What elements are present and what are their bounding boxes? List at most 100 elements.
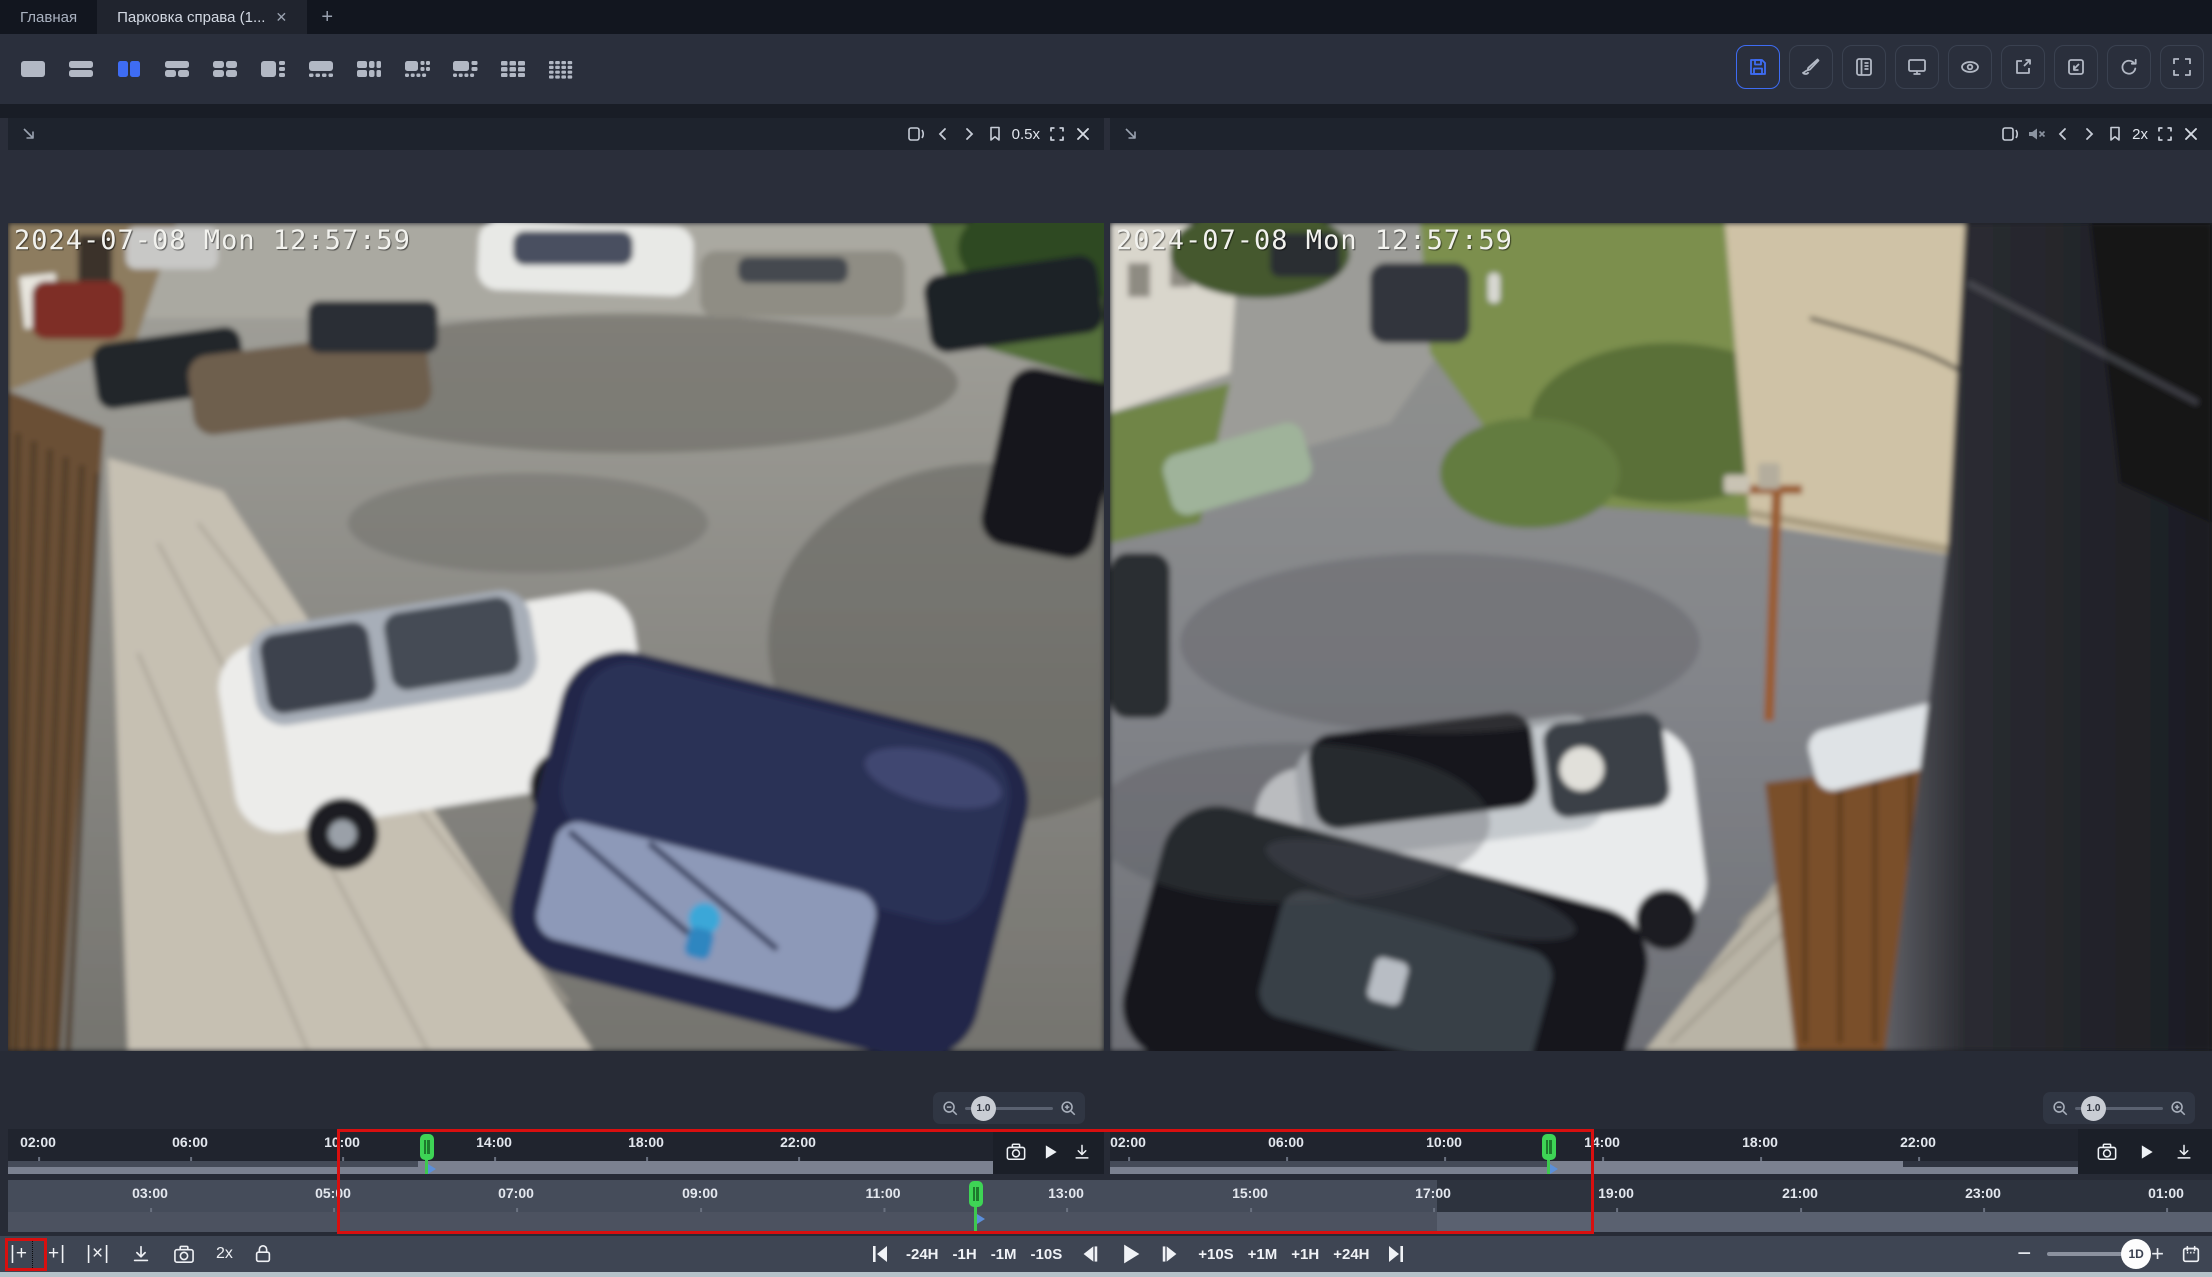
timeline-tick-label: 18:00 xyxy=(1742,1134,1778,1150)
zoom-out-icon[interactable] xyxy=(941,1099,959,1117)
aspect-ratio-icon[interactable] xyxy=(904,122,930,146)
zoom-out-icon[interactable] xyxy=(2051,1099,2069,1117)
tab-home[interactable]: Главная xyxy=(0,0,97,34)
next-frame-icon[interactable] xyxy=(956,122,982,146)
layout-one-plus-seven-alt-icon[interactable] xyxy=(446,48,484,90)
save-button[interactable] xyxy=(1736,45,1780,89)
jump-fwd-1h[interactable]: +1H xyxy=(1291,1246,1319,1263)
panel-close-icon[interactable] xyxy=(1070,122,1096,146)
bookmark-icon[interactable] xyxy=(2102,122,2128,146)
panel-fullscreen-icon[interactable] xyxy=(1044,122,1070,146)
timeline-zoom-slider[interactable]: 1.0 xyxy=(2075,1107,2163,1110)
video-frame-left[interactable]: 2024-07-08 Mon 12:57:59 xyxy=(8,223,1104,1051)
tab-close-icon[interactable]: ✕ xyxy=(275,9,287,26)
video-scene-left-parking xyxy=(8,223,1104,1051)
export-icon[interactable] xyxy=(130,1243,152,1265)
window-bottom-edge xyxy=(0,1272,2212,1277)
playhead-marker-day-right[interactable] xyxy=(1547,1136,1550,1174)
osd-timestamp-right: 2024-07-08 Mon 12:57:59 xyxy=(1116,225,1513,256)
playhead-marker-detail[interactable] xyxy=(974,1183,977,1232)
lock-icon[interactable] xyxy=(253,1243,273,1265)
layout-grid-3x3-icon[interactable] xyxy=(494,48,532,90)
timeline-zoom-knob[interactable]: 1.0 xyxy=(2081,1096,2106,1121)
mark-out-button[interactable]: +| xyxy=(48,1243,66,1265)
pop-out-arrow-icon[interactable] xyxy=(1118,122,1144,146)
prev-frame-icon[interactable] xyxy=(930,122,956,146)
timeline-zoom-control-right: 1.0 xyxy=(2043,1092,2195,1124)
layout-two-columns-icon[interactable] xyxy=(110,48,148,90)
mute-icon[interactable] xyxy=(2024,122,2050,146)
timeline-tick-label: 15:00 xyxy=(1232,1185,1268,1201)
eye-button[interactable] xyxy=(1948,45,1992,89)
jump-fwd-10s[interactable]: +10S xyxy=(1198,1246,1233,1263)
prev-frame-icon[interactable] xyxy=(2050,122,2076,146)
panel-fullscreen-icon[interactable] xyxy=(2152,122,2178,146)
jump-back-1h[interactable]: -1H xyxy=(953,1246,977,1263)
calendar-icon[interactable] xyxy=(2180,1243,2202,1265)
timeline-tick-label: 11:00 xyxy=(865,1185,900,1201)
zoom-in-icon[interactable] xyxy=(2169,1099,2187,1117)
pop-out-arrow-icon[interactable] xyxy=(16,122,42,146)
layout-grid-six-icon[interactable] xyxy=(350,48,388,90)
jump-back-1m[interactable]: -1M xyxy=(991,1246,1017,1263)
zoom-in-icon[interactable] xyxy=(1059,1099,1077,1117)
clear-marks-button[interactable]: |×| xyxy=(86,1243,110,1265)
range-knob[interactable]: 1D xyxy=(2121,1239,2151,1269)
timeline-zoom-slider[interactable]: 1.0 xyxy=(965,1107,1053,1110)
video-frame-right[interactable]: 2024-07-08 Mon 12:57:59 xyxy=(1110,223,2212,1051)
brush-button[interactable] xyxy=(1789,45,1833,89)
playback-speed-label[interactable]: 2x xyxy=(216,1245,233,1263)
event-log-button[interactable] xyxy=(1842,45,1886,89)
jump-back-10s[interactable]: -10S xyxy=(1031,1246,1063,1263)
play-icon[interactable] xyxy=(1040,1142,1060,1162)
snapshot-icon[interactable] xyxy=(1005,1142,1027,1162)
aspect-ratio-icon[interactable] xyxy=(1998,122,2024,146)
snapshot-icon[interactable] xyxy=(172,1244,196,1265)
fullscreen-button[interactable] xyxy=(2160,45,2204,89)
day-timeline-right[interactable]: 02:00 06:00 10:00 14:00 18:00 22:00 xyxy=(1110,1129,2212,1174)
export-icon[interactable] xyxy=(2174,1142,2194,1162)
layout-one-plus-five-right-icon[interactable] xyxy=(254,48,292,90)
layout-two-rows-icon[interactable] xyxy=(62,48,100,90)
layout-2x2-icon[interactable] xyxy=(206,48,244,90)
play-icon[interactable] xyxy=(2136,1142,2156,1162)
refresh-button[interactable] xyxy=(2107,45,2151,89)
timeline-tick-label: 21:00 xyxy=(1782,1185,1818,1201)
timeline-tick-label: 22:00 xyxy=(780,1134,816,1150)
playhead-marker-day-left[interactable] xyxy=(425,1136,428,1174)
timeline-zoom-knob[interactable]: 1.0 xyxy=(971,1096,996,1121)
layout-one-plus-five-bottom-icon[interactable] xyxy=(302,48,340,90)
resize-button[interactable] xyxy=(2054,45,2098,89)
panel-close-icon[interactable] xyxy=(2178,122,2204,146)
range-slider[interactable]: 1D xyxy=(2047,1252,2135,1256)
export-icon[interactable] xyxy=(1072,1142,1092,1162)
next-frame-icon[interactable] xyxy=(2076,122,2102,146)
new-tab-button[interactable]: + xyxy=(307,0,347,34)
play-icon[interactable] xyxy=(1116,1240,1144,1268)
mark-in-button[interactable]: |+ xyxy=(10,1243,28,1265)
layout-one-plus-two-icon[interactable] xyxy=(158,48,196,90)
timeline-tick-label: 22:00 xyxy=(1900,1134,1936,1150)
snapshot-icon[interactable] xyxy=(2096,1142,2118,1162)
tab-parking-right[interactable]: Парковка справа (1... ✕ xyxy=(97,0,307,34)
layout-one-plus-seven-icon[interactable] xyxy=(398,48,436,90)
layout-grid-4x4-icon[interactable] xyxy=(542,48,580,90)
day-timeline-left[interactable]: 02:00 06:00 10:00 14:00 18:00 22:00 xyxy=(8,1129,1104,1174)
skip-end-icon[interactable] xyxy=(1384,1242,1408,1266)
detail-timeline[interactable]: 03:00 05:00 07:00 09:00 11:00 13:00 15:0… xyxy=(8,1180,2212,1236)
range-zoom-in-button[interactable]: + xyxy=(2151,1241,2164,1267)
layout-single-icon[interactable] xyxy=(14,48,52,90)
monitor-button[interactable] xyxy=(1895,45,1939,89)
share-button[interactable] xyxy=(2001,45,2045,89)
step-back-icon[interactable] xyxy=(1076,1241,1102,1267)
bookmark-icon[interactable] xyxy=(982,122,1008,146)
jump-fwd-1m[interactable]: +1M xyxy=(1248,1246,1278,1263)
jump-back-24h[interactable]: -24H xyxy=(906,1246,939,1263)
jump-fwd-24h[interactable]: +24H xyxy=(1333,1246,1369,1263)
skip-start-icon[interactable] xyxy=(868,1242,892,1266)
stream-scale-label[interactable]: 2x xyxy=(2128,126,2152,143)
step-forward-icon[interactable] xyxy=(1158,1241,1184,1267)
timeline-tick-label: 02:00 xyxy=(20,1134,56,1150)
range-zoom-out-button[interactable]: − xyxy=(2017,1240,2031,1268)
stream-scale-label[interactable]: 0.5x xyxy=(1008,126,1044,143)
